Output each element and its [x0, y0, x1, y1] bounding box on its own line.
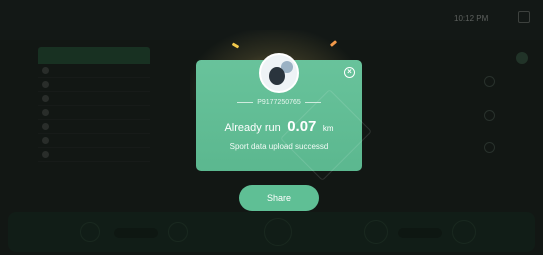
- distance-value: 0.07: [287, 118, 317, 135]
- close-icon[interactable]: ×: [344, 67, 355, 78]
- user-id-text: P9177250765: [257, 99, 301, 106]
- avatar-detail: [269, 67, 285, 85]
- distance-unit: km: [322, 124, 334, 133]
- run-distance: Already run 0.07 km: [196, 118, 362, 136]
- divider: [237, 101, 254, 103]
- share-button[interactable]: Share: [239, 185, 319, 211]
- run-prefix: Already run: [224, 122, 281, 134]
- upload-status: Sport data upload successd: [229, 142, 329, 151]
- user-id: P9177250765: [196, 99, 362, 106]
- avatar: [259, 53, 299, 93]
- divider: [304, 101, 321, 103]
